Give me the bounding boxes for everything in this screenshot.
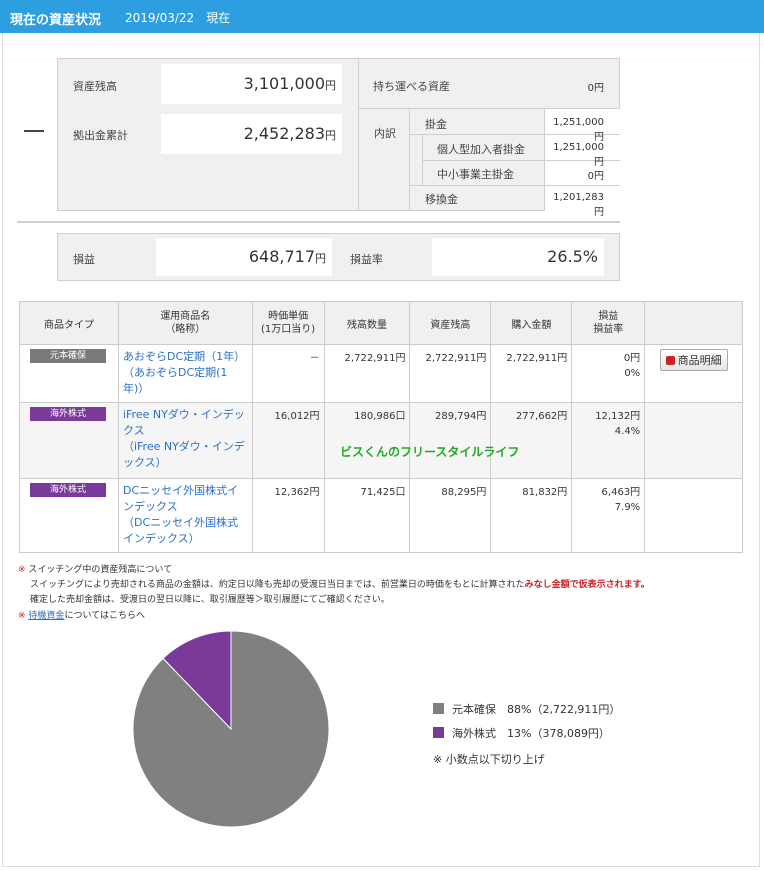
- notes-section: ※ スイッチング中の資産残高について スイッチングにより売却される商品の金額は、…: [18, 563, 650, 624]
- legend-swatch: [433, 703, 444, 714]
- profit-cell: 12,132円 4.4%: [571, 402, 646, 479]
- note-text: についてはこちらへ: [64, 611, 145, 621]
- profit-cell: 0円 0%: [571, 344, 646, 403]
- fund-short-name[interactable]: （iFree NYダウ・インデックス）: [123, 439, 248, 471]
- breakdown-item-label: 掛金: [425, 118, 447, 131]
- note-line: スイッチングにより売却される商品の金額は、約定日以降も売却の受渡日当日までは、前…: [18, 578, 650, 593]
- note-emphasis: みなし金額で仮表示されます。: [524, 580, 650, 590]
- unit-price-cell: －: [251, 344, 325, 403]
- purchase-cell: 2,722,911円: [490, 344, 573, 403]
- legend-note: ※ 小数点以下切り上げ: [433, 753, 545, 766]
- name-cell: iFree NYダウ・インデックス （iFree NYダウ・インデックス）: [117, 402, 253, 479]
- summary-divider: [358, 58, 359, 211]
- note-title: スイッチング中の資産残高について: [28, 565, 173, 575]
- profit-rate-label: 損益率: [350, 253, 383, 266]
- chart-legend: 元本確保 88%（2,722,911円） 海外株式 13%（378,089円） …: [433, 702, 620, 776]
- portable-assets-value: 0円: [587, 83, 604, 94]
- as-of-date: 2019/03/22 現在: [125, 11, 231, 25]
- fund-short-name[interactable]: （DCニッセイ外国株式インデックス）: [123, 515, 248, 547]
- contribution-total-label: 拠出金累計: [73, 129, 128, 142]
- asset-balance-value: 3,101,000円: [161, 64, 342, 104]
- quantity-cell: 2,722,911円: [323, 344, 411, 403]
- profit-cell: 6,463円 7.9%: [571, 478, 646, 553]
- breakdown-label: 内訳: [374, 127, 396, 140]
- product-detail-button[interactable]: 商品明細: [659, 349, 728, 371]
- balance-cell: 88,295円: [409, 478, 492, 553]
- note-mark: ※: [18, 565, 26, 575]
- balance-cell: 289,794円: [409, 402, 492, 479]
- page-title: 現在の資産状況: [10, 13, 102, 28]
- action-cell: [644, 402, 743, 479]
- note-line: ※ スイッチング中の資産残高について: [18, 563, 650, 578]
- breakdown-item-value: 1,251,000円: [553, 117, 604, 143]
- type-cell: 海外株式: [19, 478, 119, 553]
- legend-detail: 13%（378,089円）: [507, 727, 610, 740]
- fund-name-link[interactable]: あおぞらDC定期（1年）: [123, 349, 248, 365]
- asset-balance-label: 資産残高: [73, 80, 117, 93]
- type-cell: 海外株式: [19, 402, 119, 479]
- page-header: 現在の資産状況 2019/03/22 現在: [0, 0, 764, 33]
- table-row: 元本確保 あおぞらDC定期（1年） （あおぞらDC定期(1年)） － 2,722…: [19, 344, 743, 403]
- table-header-row: 商品タイプ 運用商品名 （略称） 時価単価 (1万口当り) 残高数量 資産残高 …: [19, 301, 743, 345]
- purchase-cell: 81,832円: [490, 478, 573, 553]
- play-icon: [665, 356, 675, 365]
- fund-short-name[interactable]: （あおぞらDC定期(1年)）: [123, 365, 248, 397]
- note-line: ※ 待機資金についてはこちらへ: [18, 608, 650, 624]
- col-header-type: 商品タイプ: [19, 301, 119, 345]
- unit-price-cell: 12,362円: [251, 478, 325, 553]
- profit-value: 648,717円: [156, 238, 332, 276]
- note-line: 確定した売却金額は、受渡日の翌日以降に、取引履歴等＞取引履歴にてご確認ください。: [30, 595, 390, 605]
- action-cell: [644, 478, 743, 553]
- note-mark: ※: [18, 611, 26, 621]
- col-header-unit-price: 時価単価 (1万口当り): [251, 301, 325, 345]
- type-badge: 元本確保: [30, 349, 106, 363]
- legend-detail: 88%（2,722,911円）: [507, 703, 621, 716]
- name-cell: あおぞらDC定期（1年） （あおぞらDC定期(1年)）: [117, 344, 253, 403]
- balance-cell: 2,722,911円: [409, 344, 492, 403]
- purchase-cell: 277,662円: [490, 402, 573, 479]
- name-cell: DCニッセイ外国株式インデックス （DCニッセイ外国株式インデックス）: [117, 478, 253, 553]
- col-header-profit: 損益 損益率: [571, 301, 646, 345]
- type-badge: 海外株式: [30, 483, 106, 497]
- fund-name-link[interactable]: DCニッセイ外国株式インデックス: [123, 483, 248, 515]
- action-cell: 商品明細: [644, 344, 743, 403]
- contribution-total-value: 2,452,283円: [161, 114, 342, 154]
- quantity-cell: 180,986口: [323, 402, 411, 479]
- blog-watermark: ビスくんのフリースタイルライフ: [340, 445, 520, 459]
- note-text: スイッチングにより売却される商品の金額は、約定日以降も売却の受渡日当日までは、前…: [30, 580, 525, 590]
- breakdown-item-value: 0円: [587, 171, 604, 182]
- table-row: 海外株式 iFree NYダウ・インデックス （iFree NYダウ・インデック…: [19, 402, 743, 479]
- legend-label: 海外株式: [452, 727, 496, 740]
- col-header-purchase: 購入金額: [490, 301, 573, 345]
- breakdown-item-label: 移換金: [425, 193, 458, 206]
- type-badge: 海外株式: [30, 407, 106, 421]
- breakdown-grid: [409, 108, 410, 211]
- section-divider: [17, 221, 620, 223]
- collapse-toggle-icon[interactable]: [24, 130, 44, 132]
- legend-item: 元本確保 88%（2,722,911円）: [433, 702, 620, 726]
- breakdown-item-label: 中小事業主掛金: [437, 168, 514, 181]
- legend-swatch: [433, 727, 444, 738]
- breakdown-item-label: 個人型加入者掛金: [437, 143, 525, 156]
- legend-label: 元本確保: [452, 703, 496, 716]
- type-cell: 元本確保: [19, 344, 119, 403]
- col-header-quantity: 残高数量: [323, 301, 411, 345]
- breakdown-item-value: 1,251,000円: [553, 142, 604, 168]
- col-header-balance: 資産残高: [409, 301, 492, 345]
- table-row: 海外株式 DCニッセイ外国株式インデックス （DCニッセイ外国株式インデックス）…: [19, 478, 743, 553]
- unit-price-cell: 16,012円: [251, 402, 325, 479]
- col-header-action: [644, 301, 743, 345]
- portable-assets-label: 持ち運べる資産: [373, 80, 450, 93]
- col-header-name: 運用商品名 （略称）: [117, 301, 253, 345]
- quantity-cell: 71,425口: [323, 478, 411, 553]
- profit-rate-value: 26.5%: [432, 238, 604, 276]
- fund-name-link[interactable]: iFree NYダウ・インデックス: [123, 407, 248, 439]
- profit-label: 損益: [73, 253, 95, 266]
- breakdown-item-value: 1,201,283円: [553, 192, 604, 218]
- holdings-table: 商品タイプ 運用商品名 （略称） 時価単価 (1万口当り) 残高数量 資産残高 …: [19, 301, 743, 553]
- legend-item: 海外株式 13%（378,089円）: [433, 726, 620, 750]
- standby-funds-link[interactable]: 待機資金: [28, 611, 64, 621]
